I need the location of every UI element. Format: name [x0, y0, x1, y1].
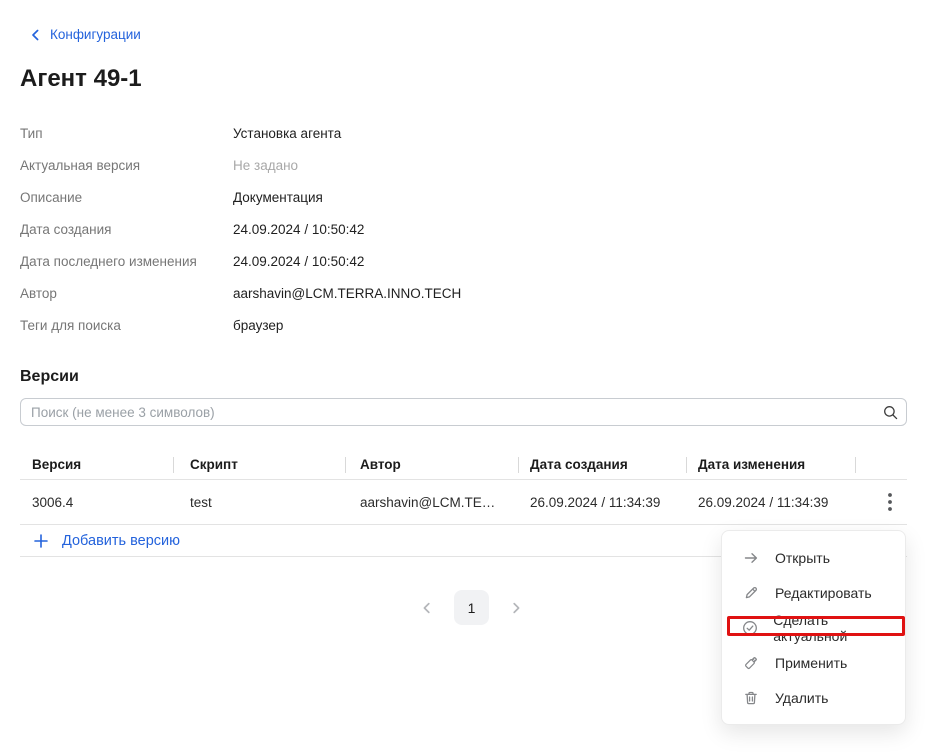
- properties-list: Тип Установка агента Актуальная версия Н…: [20, 117, 943, 341]
- property-label: Теги для поиска: [20, 318, 233, 333]
- property-label: Описание: [20, 190, 233, 205]
- property-row-actual-version: Актуальная версия Не задано: [20, 149, 943, 181]
- chevron-left-icon: [30, 29, 41, 41]
- cell-version: 3006.4: [20, 495, 173, 510]
- add-version-button[interactable]: Добавить версию: [20, 533, 180, 549]
- usb-drive-icon: [742, 654, 760, 671]
- property-value: браузер: [233, 318, 283, 333]
- plus-icon: [33, 533, 49, 549]
- cell-modified: 26.09.2024 / 11:34:39: [686, 495, 855, 510]
- search-icon: [882, 404, 899, 421]
- menu-item-apply[interactable]: Применить: [722, 645, 905, 680]
- breadcrumb: Конфигурации: [0, 0, 943, 43]
- property-label: Тип: [20, 126, 233, 141]
- page-title: Агент 49-1: [20, 65, 943, 93]
- cell-author: aarshavin@LCM.TE…: [345, 495, 518, 510]
- property-value: 24.09.2024 / 10:50:42: [233, 222, 364, 237]
- cell-created: 26.09.2024 / 11:34:39: [518, 495, 686, 510]
- property-label: Актуальная версия: [20, 158, 233, 173]
- column-header-author: Автор: [345, 450, 518, 479]
- pagination-next-button[interactable]: [509, 601, 523, 615]
- property-label: Автор: [20, 286, 233, 301]
- property-value: Установка агента: [233, 126, 341, 141]
- property-row-created: Дата создания 24.09.2024 / 10:50:42: [20, 213, 943, 245]
- menu-item-label: Сделать актуальной: [773, 612, 893, 644]
- pencil-icon: [742, 585, 760, 601]
- pagination-page-1[interactable]: 1: [454, 590, 489, 625]
- menu-item-open[interactable]: Открыть: [722, 540, 905, 575]
- breadcrumb-back-link[interactable]: Конфигурации: [30, 27, 141, 42]
- add-version-label: Добавить версию: [62, 533, 180, 549]
- row-actions-button[interactable]: [883, 489, 897, 515]
- property-value: Документация: [233, 190, 323, 205]
- menu-item-edit[interactable]: Редактировать: [722, 575, 905, 610]
- versions-heading: Версии: [20, 367, 943, 387]
- property-row-tags: Теги для поиска браузер: [20, 309, 943, 341]
- property-row-author: Автор aarshavin@LCM.TERRA.INNO.TECH: [20, 277, 943, 309]
- property-row-description: Описание Документация: [20, 181, 943, 213]
- column-header-modified: Дата изменения: [686, 450, 855, 479]
- property-row-type: Тип Установка агента: [20, 117, 943, 149]
- trash-icon: [742, 690, 760, 706]
- menu-item-label: Удалить: [775, 690, 828, 706]
- pagination-prev-button[interactable]: [420, 601, 434, 615]
- chevron-left-icon: [420, 601, 434, 615]
- kebab-menu-icon: [887, 491, 893, 513]
- property-value: Не задано: [233, 158, 298, 173]
- menu-item-make-actual[interactable]: Сделать актуальной: [722, 610, 905, 645]
- column-header-actions: [855, 450, 907, 479]
- property-row-modified: Дата последнего изменения 24.09.2024 / 1…: [20, 245, 943, 277]
- menu-item-delete[interactable]: Удалить: [722, 680, 905, 715]
- menu-item-label: Открыть: [775, 550, 830, 566]
- menu-item-label: Применить: [775, 655, 847, 671]
- column-header-created: Дата создания: [518, 450, 686, 479]
- menu-item-label: Редактировать: [775, 585, 872, 601]
- search-input[interactable]: [20, 398, 907, 426]
- property-value: aarshavin@LCM.TERRA.INNO.TECH: [233, 286, 461, 301]
- breadcrumb-label: Конфигурации: [50, 27, 141, 42]
- property-label: Дата последнего изменения: [20, 254, 233, 269]
- property-label: Дата создания: [20, 222, 233, 237]
- table-row[interactable]: 3006.4 test aarshavin@LCM.TE… 26.09.2024…: [20, 480, 907, 525]
- chevron-right-icon: [509, 601, 523, 615]
- arrow-right-icon: [742, 550, 760, 566]
- cell-script: test: [173, 495, 345, 510]
- versions-search: [20, 398, 907, 426]
- column-header-script: Скрипт: [173, 450, 345, 479]
- table-header-row: Версия Скрипт Автор Дата создания Дата и…: [20, 450, 907, 480]
- check-circle-icon: [742, 620, 758, 636]
- property-value: 24.09.2024 / 10:50:42: [233, 254, 364, 269]
- row-actions-menu: Открыть Редактировать Сделать актуальной: [721, 530, 906, 725]
- search-button[interactable]: [878, 400, 902, 424]
- column-header-version: Версия: [20, 450, 173, 479]
